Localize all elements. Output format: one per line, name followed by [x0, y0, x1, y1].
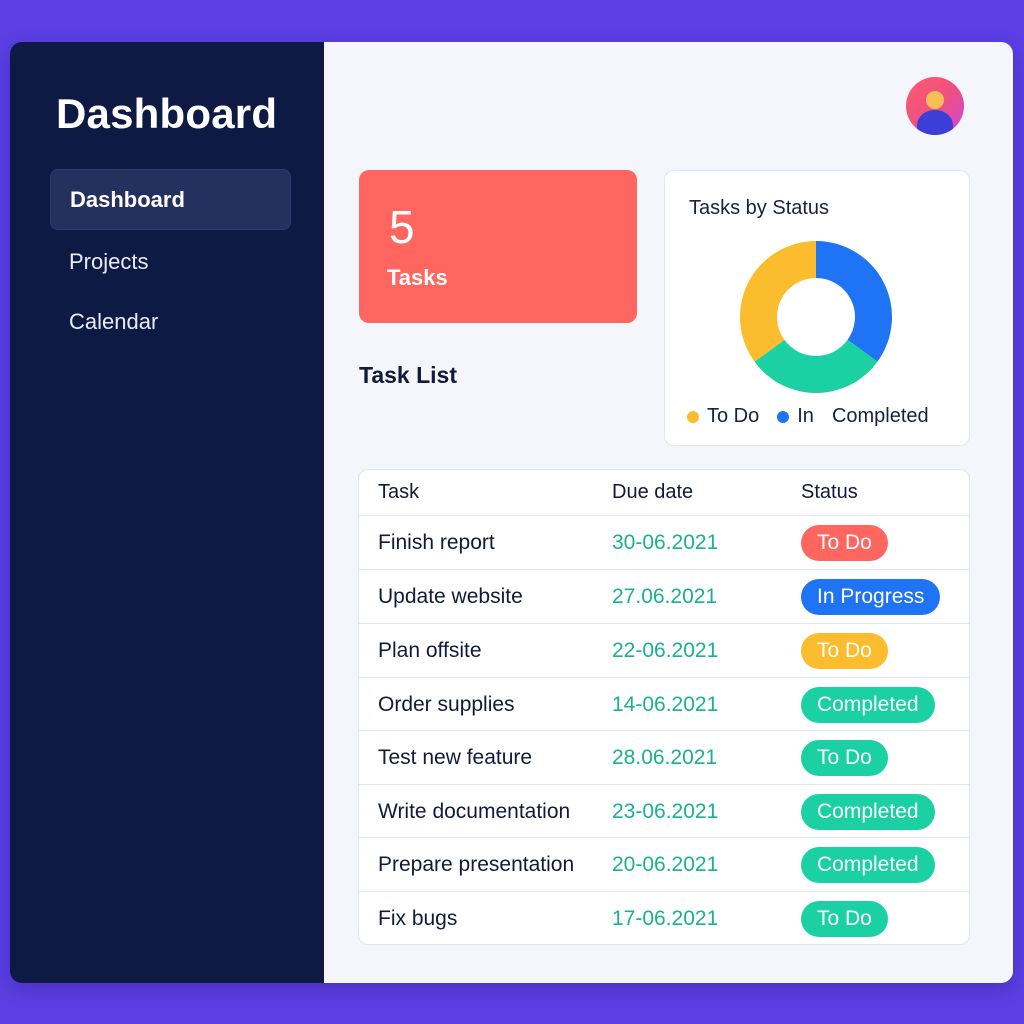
column-header-status[interactable]: Status [801, 481, 858, 504]
table-row[interactable]: Plan offsite 22-06.2021 To Do [359, 623, 969, 677]
table-row[interactable]: Fix bugs 17-06.2021 To Do [359, 891, 969, 944]
status-badge: To Do [801, 632, 888, 669]
status-badge: To Do [801, 524, 888, 561]
status-cell: In Progress [801, 578, 941, 615]
stat-value: 5 [389, 201, 415, 253]
status-cell: To Do [801, 900, 888, 937]
table-row[interactable]: Order supplies 14-06.2021 Completed [359, 677, 969, 731]
legend-entry-in: In [777, 405, 814, 428]
sidebar-item-projects[interactable]: Projects [50, 231, 291, 292]
stat-label: Tasks [387, 265, 448, 290]
status-cell: Completed [801, 846, 935, 883]
donut-chart [740, 241, 892, 393]
legend-label: Completed [831, 405, 929, 427]
column-header-due-date[interactable]: Due date [612, 481, 693, 504]
legend-entry-todo: To Do [687, 405, 759, 428]
status-cell: To Do [801, 739, 888, 776]
user-avatar-icon[interactable] [906, 77, 964, 135]
sidebar-item-calendar[interactable]: Calendar [50, 291, 291, 352]
table-row[interactable]: Write documentation 23-06.2021 Completed [359, 784, 969, 838]
legend-label: To Do [707, 405, 760, 427]
table-row[interactable]: Finish report 30-06.2021 To Do [359, 515, 969, 569]
status-badge: To Do [801, 900, 888, 937]
task-name: Test new feature [378, 745, 533, 769]
status-cell: Completed [801, 686, 935, 723]
status-badge: In Progress [801, 578, 941, 615]
status-badge: Completed [801, 793, 935, 830]
task-name: Fix bugs [378, 906, 458, 930]
task-due-date: 14-06.2021 [612, 692, 719, 716]
legend-dot-in [777, 410, 790, 423]
task-due-date: 27.06.2021 [612, 584, 718, 608]
table-row[interactable]: Update website 27.06.2021 In Progress [359, 569, 969, 623]
legend-dot-todo [687, 410, 699, 423]
avatar-body [917, 110, 953, 135]
status-badge: To Do [801, 739, 888, 776]
task-name: Prepare presentation [378, 852, 575, 876]
status-cell: To Do [801, 632, 888, 669]
column-header-task[interactable]: Task [378, 481, 419, 504]
legend-entry-completed: Completed [832, 405, 929, 428]
status-badge: Completed [801, 686, 935, 723]
task-name: Write documentation [378, 799, 571, 823]
legend-label: In [797, 405, 814, 427]
table-row[interactable]: Prepare presentation 20-06.2021 Completed [359, 837, 969, 891]
tasks-by-status-card: Tasks by Status To Do In Completed [664, 170, 970, 446]
task-name: Plan offsite [378, 638, 482, 662]
avatar-head [926, 91, 944, 109]
task-table: Task Due date Status Finish report 30-06.… [358, 469, 970, 945]
task-name: Finish report [378, 530, 495, 554]
sidebar: Dashboard Dashboard Projects Calendar [10, 42, 324, 983]
task-due-date: 17-06.2021 [612, 906, 719, 930]
task-due-date: 20-06.2021 [612, 852, 719, 876]
donut-slice-to-do[interactable] [740, 241, 816, 362]
status-cell: To Do [801, 524, 888, 561]
task-due-date: 30-06.2021 [612, 530, 719, 554]
donut-slice-in[interactable] [816, 241, 892, 362]
sidebar-item-label: Calendar [69, 308, 159, 334]
task-name: Order supplies [378, 692, 515, 716]
task-name: Update website [378, 584, 523, 608]
status-cell: Completed [801, 793, 935, 830]
tasks-stat-card: 5 Tasks [359, 170, 637, 323]
sidebar-title: Dashboard [56, 90, 278, 137]
table-header: Task Due date Status [359, 470, 969, 515]
sidebar-item-label: Dashboard [70, 186, 185, 212]
sidebar-item-label: Projects [69, 248, 149, 274]
chart-legend: To Do In Completed [687, 405, 929, 428]
sidebar-item-dashboard[interactable]: Dashboard [50, 169, 291, 230]
task-due-date: 22-06.2021 [612, 638, 719, 662]
task-list-title: Task List [359, 362, 457, 388]
table-row[interactable]: Test new feature 28.06.2021 To Do [359, 730, 969, 784]
task-due-date: 28.06.2021 [612, 745, 718, 769]
task-due-date: 23-06.2021 [612, 799, 719, 823]
status-badge: Completed [801, 846, 935, 883]
